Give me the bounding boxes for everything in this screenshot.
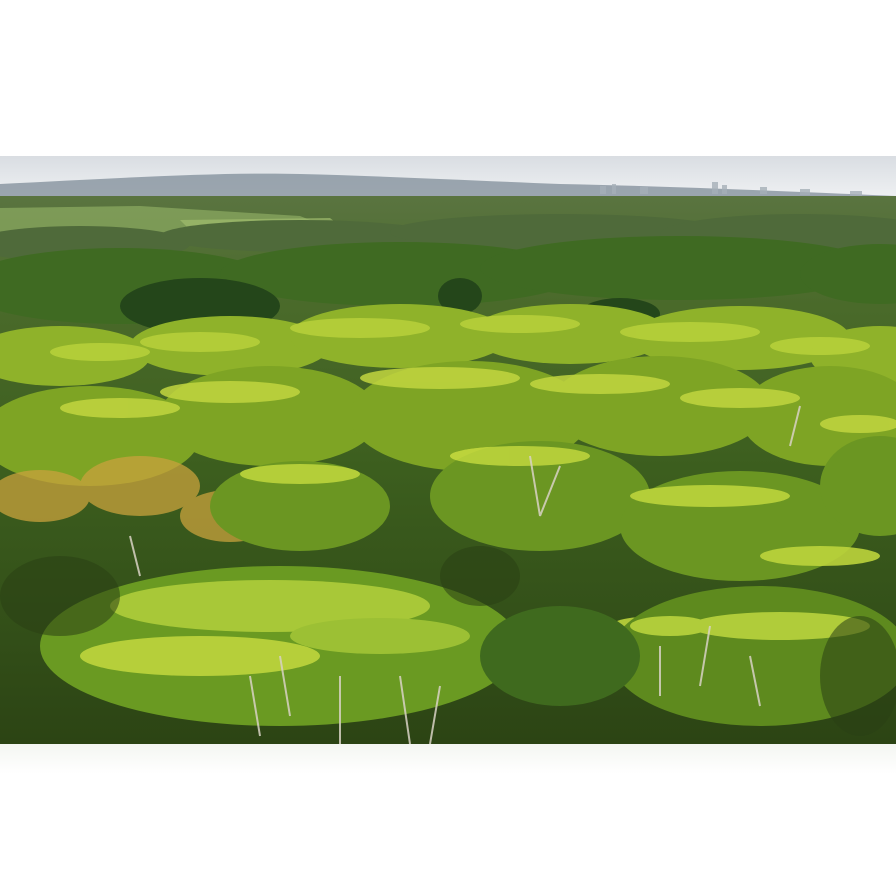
photo-bottom-fade <box>0 744 896 774</box>
forest-scene <box>0 156 896 744</box>
stage <box>0 0 896 896</box>
forest-photo <box>0 156 896 744</box>
